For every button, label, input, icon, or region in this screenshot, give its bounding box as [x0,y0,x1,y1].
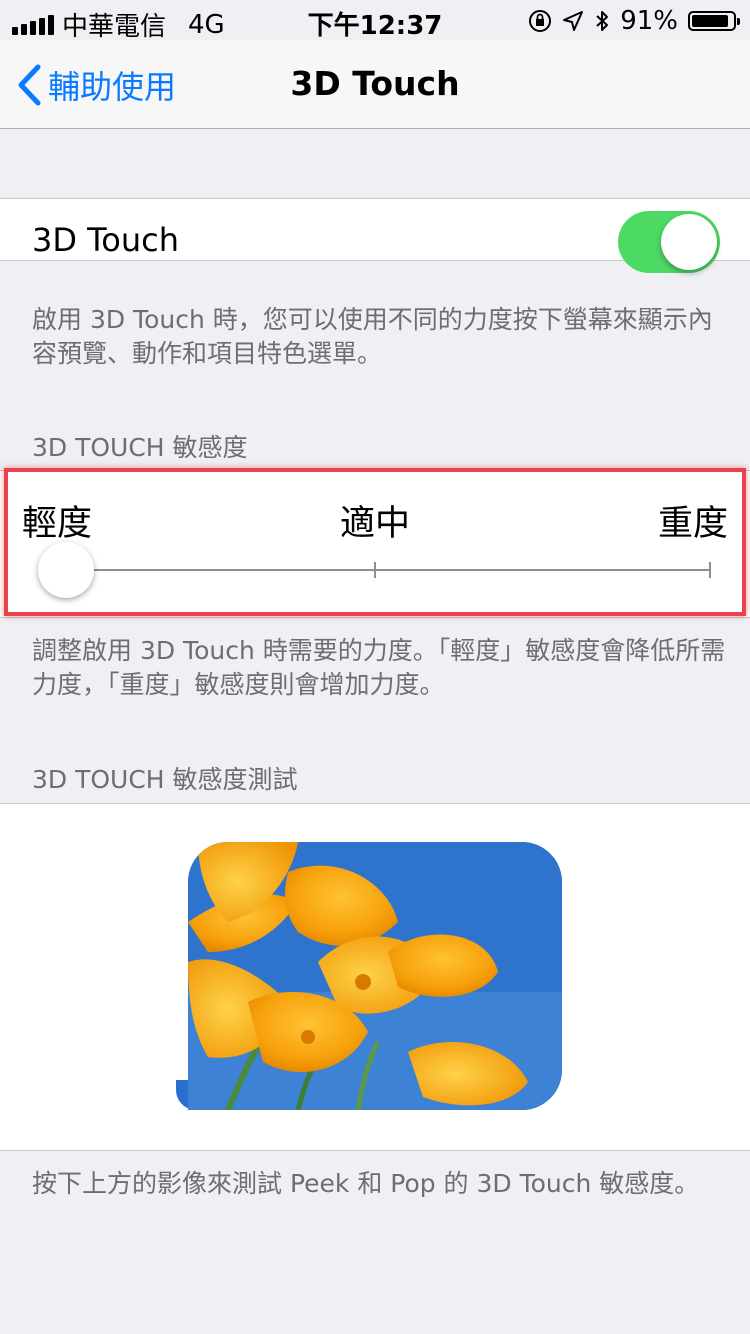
highlight-box [4,468,746,616]
nav-bar: 輔助使用 3D Touch [0,40,750,129]
toggle-cell: 3D Touch [0,198,750,273]
toggle-label: 3D Touch [32,221,180,259]
sensitivity-footer: 調整啟用 3D Touch 時需要的力度。「輕度」敏感度會降低所需力度，「重度」… [32,636,726,699]
page-title: 3D Touch [290,64,460,103]
location-icon [563,11,584,31]
3d-touch-toggle[interactable] [618,211,720,273]
flower-image [188,842,562,1110]
test-footer: 按下上方的影像來測試 Peek 和 Pop 的 3D Touch 敏感度。 [32,1169,700,1198]
test-header: 3D TOUCH 敏感度測試 [32,765,298,794]
toggle-footer: 啟用 3D Touch 時，您可以使用不同的力度按下螢幕來顯示內容預覽、動作和項… [32,305,713,368]
toggle-knob [661,214,717,270]
battery-icon [688,11,740,31]
test-image[interactable] [188,842,562,1110]
bluetooth-icon [596,11,609,31]
status-right: 91% [528,6,740,36]
status-bar: 中華電信 4G 下午12:37 91% [0,0,750,42]
battery-percent: 91% [620,6,678,36]
orientation-lock-icon [529,10,552,32]
sensitivity-header: 3D TOUCH 敏感度 [32,433,248,462]
battery-fill [692,15,729,27]
